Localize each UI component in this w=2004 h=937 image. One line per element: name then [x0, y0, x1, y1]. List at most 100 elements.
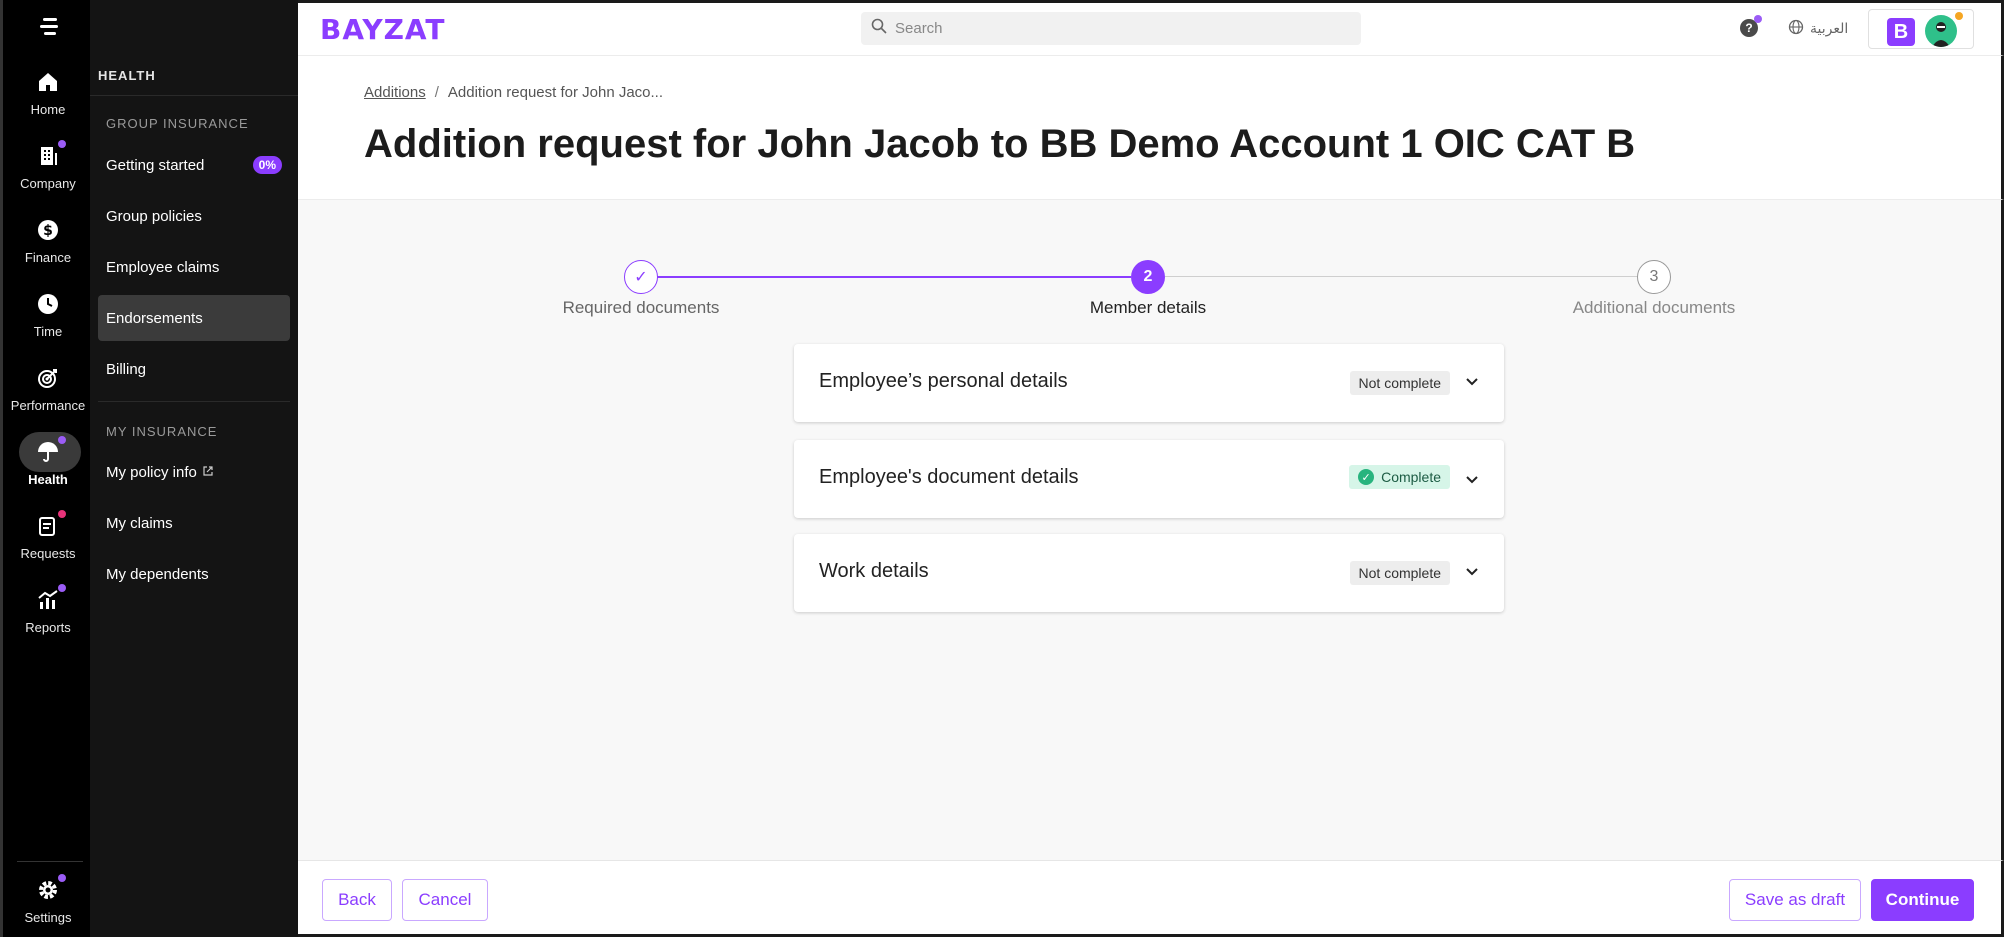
section-title: Employee’s personal details — [819, 370, 1068, 392]
section-title: Employee's document details — [819, 466, 1079, 488]
notification-dot — [58, 436, 66, 444]
breadcrumb: Additions / Addition request for John Jaco… — [364, 84, 663, 101]
rail-item-reports[interactable]: Reports — [3, 584, 93, 660]
chevron-down-icon[interactable] — [1462, 372, 1482, 392]
help-glyph: ? — [1745, 21, 1753, 35]
sidebar-item-label: My policy info — [106, 463, 197, 481]
notification-dot — [58, 874, 66, 882]
rail-item-finance[interactable]: $ Finance — [3, 216, 93, 290]
help-icon[interactable]: ? — [1740, 15, 1762, 37]
notification-dot — [58, 140, 66, 148]
status-dot — [1955, 12, 1963, 20]
notification-dot — [58, 510, 66, 518]
health-sidebar: HEALTH GROUP INSURANCE Getting started 0… — [90, 0, 298, 937]
sidebar-title: HEALTH — [98, 68, 156, 83]
step-3-circle: 3 — [1637, 260, 1671, 294]
sidebar-divider — [98, 401, 290, 402]
rail-label: Requests — [20, 546, 76, 561]
sidebar-item-label: My claims — [106, 514, 173, 532]
status-badge: Not complete — [1349, 371, 1450, 395]
language-switch[interactable]: العربية — [1788, 19, 1848, 38]
clock-icon — [34, 290, 62, 318]
sidebar-item-getting-started[interactable]: Getting started 0% — [98, 142, 290, 188]
stepper-line-upcoming — [1165, 276, 1647, 277]
globe-icon — [1788, 19, 1810, 38]
action-footer: Back Cancel Save as draft Continue — [298, 860, 2004, 937]
section-work-details[interactable]: Work details Not complete — [794, 534, 1504, 612]
rail-divider — [17, 861, 83, 862]
sidebar-item-my-dependents[interactable]: My dependents — [98, 551, 290, 597]
sidebar-item-label: Employee claims — [106, 258, 220, 276]
company-logo: B — [1887, 18, 1915, 46]
rail-item-time[interactable]: Time — [3, 290, 93, 364]
breadcrumb-link-additions[interactable]: Additions — [364, 84, 426, 101]
building-icon — [34, 140, 66, 170]
step-2-label: Member details — [1089, 298, 1207, 317]
sidebar-item-group-policies[interactable]: Group policies — [98, 193, 290, 239]
step-2-circle: 2 — [1131, 260, 1165, 294]
section-title: Work details — [819, 560, 929, 582]
language-label: العربية — [1810, 20, 1849, 36]
rail-item-requests[interactable]: Requests — [3, 510, 93, 586]
step-3-label: Additional documents — [1572, 298, 1736, 317]
status-badge: Not complete — [1349, 561, 1450, 585]
back-button[interactable]: Back — [322, 879, 392, 921]
sidebar-item-label: My dependents — [106, 565, 209, 583]
stepper-line-completed — [641, 276, 1131, 278]
section-label-group-insurance: GROUP INSURANCE — [106, 116, 249, 131]
sidebar-item-employee-claims[interactable]: Employee claims — [98, 244, 290, 290]
chevron-down-icon[interactable] — [1462, 562, 1482, 582]
breadcrumb-separator: / — [434, 84, 439, 101]
search-box[interactable] — [861, 12, 1361, 45]
icon-rail: Home Company $ Finance Time Performance … — [0, 0, 90, 937]
breadcrumb-current: Addition request for John Jaco... — [447, 84, 664, 101]
page-title: Addition request for John Jacob to BB De… — [364, 122, 1636, 166]
search-input[interactable] — [895, 20, 1335, 37]
rail-label: Reports — [25, 620, 71, 635]
svg-text:$: $ — [43, 223, 53, 239]
progress-badge: 0% — [252, 156, 282, 174]
main-content: ✓ Required documents 2 Member details 3 … — [298, 200, 2004, 860]
top-bar: BAYZAT ? العربية B — [298, 0, 2004, 56]
bar-chart-icon — [34, 584, 66, 614]
home-icon — [34, 68, 62, 96]
cancel-button[interactable]: Cancel — [402, 879, 488, 921]
check-circle-icon: ✓ — [1358, 469, 1375, 485]
rail-label: Health — [28, 472, 68, 487]
sidebar-divider — [90, 95, 298, 96]
rail-label: Time — [33, 324, 63, 339]
sidebar-item-my-claims[interactable]: My claims — [98, 500, 290, 546]
notification-dot — [1754, 15, 1762, 23]
step-1-label: Required documents — [562, 298, 720, 317]
umbrella-icon — [34, 436, 66, 466]
chevron-down-icon[interactable] — [1462, 470, 1482, 490]
account-switcher[interactable]: B — [1868, 9, 1974, 49]
external-link-icon — [203, 465, 213, 479]
status-badge: ✓ Complete — [1349, 465, 1450, 489]
rail-item-company[interactable]: Company — [3, 140, 93, 216]
rail-label: Company — [20, 176, 76, 191]
section-label-my-insurance: MY INSURANCE — [106, 424, 218, 439]
rail-label: Finance — [24, 250, 72, 265]
sidebar-item-label: Billing — [106, 360, 147, 378]
notification-dot — [58, 584, 66, 592]
save-draft-button[interactable]: Save as draft — [1729, 879, 1861, 921]
rail-label: Home — [30, 102, 66, 117]
sidebar-item-billing[interactable]: Billing — [98, 346, 290, 392]
sidebar-item-endorsements[interactable]: Endorsements — [98, 295, 290, 341]
rail-label: Settings — [24, 910, 72, 925]
sidebar-item-my-policy-info[interactable]: My policy info — [98, 449, 290, 495]
section-document-details[interactable]: Employee's document details ✓ Complete — [794, 440, 1504, 518]
rail-item-health[interactable]: Health — [3, 432, 93, 512]
continue-button[interactable]: Continue — [1871, 879, 1974, 921]
section-personal-details[interactable]: Employee’s personal details Not complete — [794, 344, 1504, 422]
target-icon — [34, 364, 62, 392]
status-text: Complete — [1381, 469, 1441, 485]
avatar — [1925, 15, 1957, 47]
menu-icon[interactable] — [37, 18, 61, 38]
rail-item-performance[interactable]: Performance — [3, 364, 93, 438]
bayzat-logo[interactable]: BAYZAT — [320, 13, 446, 46]
rail-item-settings[interactable]: Settings — [3, 874, 93, 937]
rail-item-home[interactable]: Home — [3, 68, 93, 142]
sidebar-item-label: Endorsements — [106, 309, 203, 327]
